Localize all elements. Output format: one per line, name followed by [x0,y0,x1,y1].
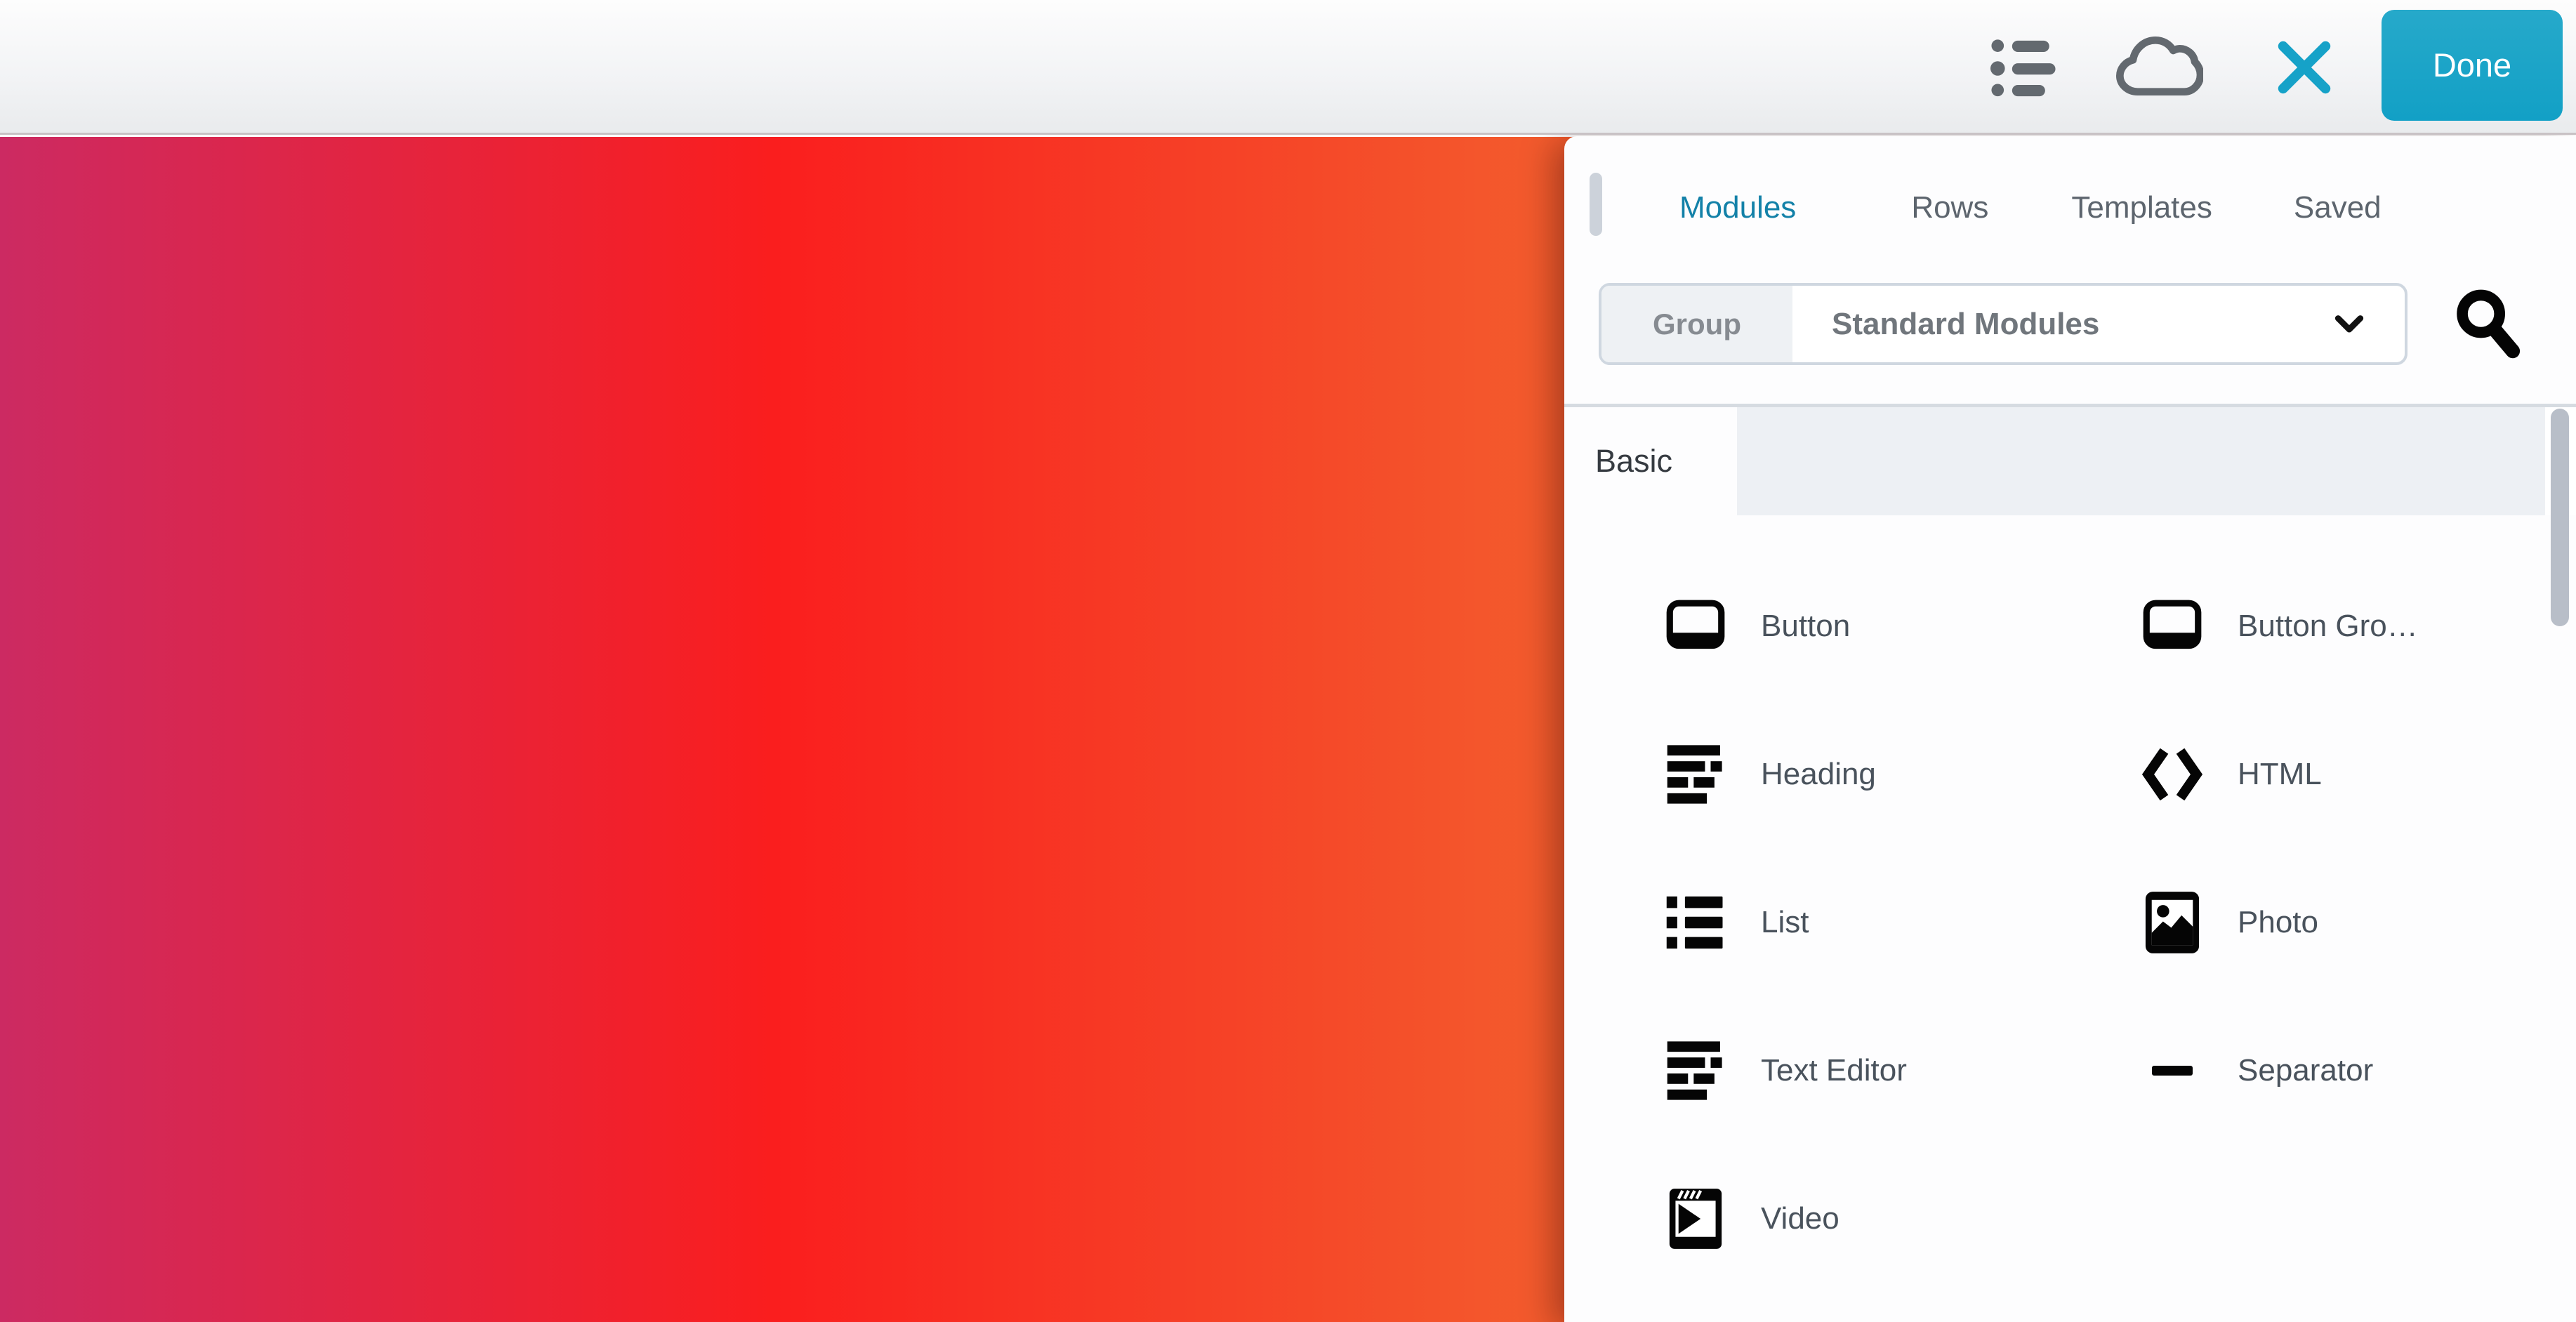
module-label: Button Gro… [2238,609,2418,644]
html-icon [2139,741,2205,808]
module-item-video[interactable]: Video [1663,1144,2139,1293]
module-item-html[interactable]: HTML [2139,700,2576,848]
heading-icon [1663,741,1729,808]
tab-rows[interactable]: Rows [1911,190,1988,225]
done-button[interactable]: Done [2382,10,2563,121]
module-item-text-editor[interactable]: Text Editor [1663,996,2139,1144]
module-section-bar: Basic [1564,404,2576,515]
group-filter-select[interactable]: Group Standard Modules [1599,283,2407,365]
module-item-button-group[interactable]: Button Gro… [2139,552,2576,700]
section-tab-basic[interactable]: Basic [1564,407,1737,515]
module-item-heading[interactable]: Heading [1663,700,2139,848]
module-item-photo[interactable]: Photo [2139,848,2576,996]
module-label: Button [1761,609,1850,644]
module-label: Video [1761,1201,1839,1236]
module-label: List [1761,905,1809,940]
module-item-button[interactable]: Button [1663,552,2139,700]
cloud-icon[interactable] [2112,28,2205,107]
photo-icon [2139,889,2205,956]
separator-icon [2139,1037,2205,1104]
module-label: Heading [1761,757,1876,792]
button-group-icon [2139,593,2205,660]
search-icon[interactable] [2446,282,2529,365]
module-item-separator[interactable]: Separator [2139,996,2576,1144]
group-filter-label: Group [1601,286,1792,362]
video-icon [1663,1185,1729,1252]
button-icon [1663,593,1729,660]
list-icon [1663,889,1729,956]
module-label: Text Editor [1761,1053,1907,1088]
text-editor-icon [1663,1037,1729,1104]
group-filter-value: Standard Modules [1792,286,2405,362]
module-item-list[interactable]: List [1663,848,2139,996]
chevron-down-icon [2333,286,2365,362]
panel-tabs: Modules Rows Templates Saved [1679,183,2382,233]
tab-modules[interactable]: Modules [1679,190,1796,225]
section-bar-filler [1737,407,2545,515]
tab-saved[interactable]: Saved [2294,190,2382,225]
panel-scrollbar[interactable] [2551,409,2569,626]
module-label: Separator [2238,1053,2373,1088]
module-label: Photo [2238,905,2318,940]
module-label: HTML [2238,757,2322,792]
content-panel: Modules Rows Templates Saved Group Stand… [1564,136,2576,1322]
tab-templates[interactable]: Templates [2071,190,2212,225]
panel-drag-handle[interactable] [1590,173,1602,236]
top-toolbar: Done [0,0,2576,135]
outline-icon[interactable] [1987,32,2060,103]
close-icon[interactable] [2275,37,2334,98]
modules-grid: Button Button Gro… Heading HTML List Photo Tex… [1564,515,2576,1322]
